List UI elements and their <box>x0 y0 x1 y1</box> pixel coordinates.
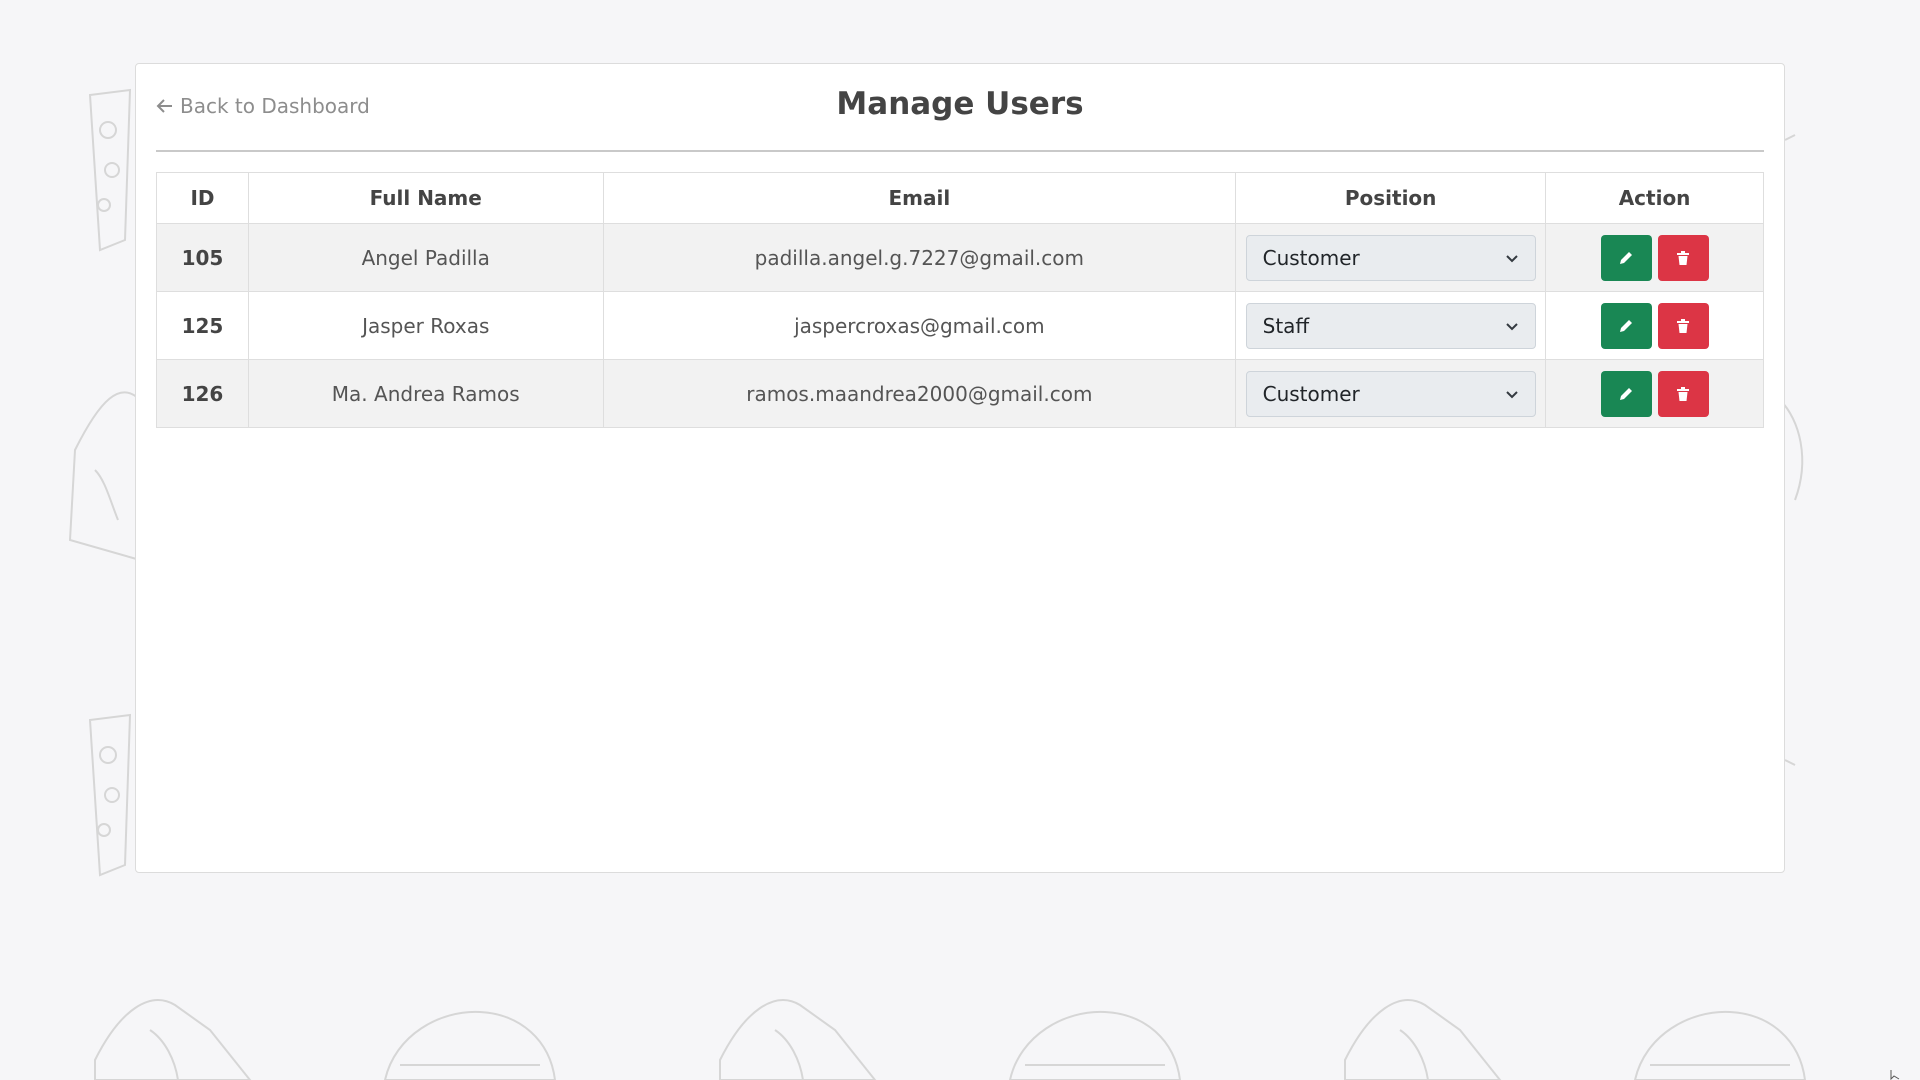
delete-user-button[interactable] <box>1657 234 1709 281</box>
position-select[interactable]: Customer <box>1245 234 1536 281</box>
user-name-cell: Jasper Roxas <box>247 291 604 360</box>
column-header-action: Action <box>1545 172 1764 224</box>
column-header-full-name: Full Name <box>247 172 604 224</box>
table-row: 105 Angel Padilla padilla.angel.g.7227@g… <box>156 223 1764 292</box>
user-name-cell: Ma. Andrea Ramos <box>247 359 604 428</box>
table-header-row: ID Full Name Email Position Action <box>156 172 1764 224</box>
delete-user-button[interactable] <box>1657 370 1709 417</box>
page-title: Manage Users <box>836 86 1084 122</box>
user-id-cell: 105 <box>156 223 249 292</box>
user-action-cell <box>1545 223 1764 292</box>
chevron-down-icon <box>1505 390 1518 398</box>
pencil-icon <box>1620 251 1633 264</box>
position-select-value: Staff <box>1262 313 1310 338</box>
position-select[interactable]: Customer <box>1245 370 1536 417</box>
users-table: ID Full Name Email Position Action 105 A… <box>156 172 1764 428</box>
column-header-email: Email <box>602 172 1237 224</box>
pencil-icon <box>1620 387 1633 400</box>
user-position-cell: Customer <box>1235 359 1547 428</box>
user-email-cell: ramos.maandrea2000@gmail.com <box>602 359 1237 428</box>
user-email-cell: jaspercroxas@gmail.com <box>602 291 1237 360</box>
chevron-down-icon <box>1505 254 1518 262</box>
manage-users-card: Back to Dashboard Manage Users ID Full N… <box>135 63 1785 873</box>
trash-icon <box>1677 250 1690 265</box>
trash-icon <box>1677 318 1690 333</box>
pencil-icon <box>1620 319 1633 332</box>
user-name-cell: Angel Padilla <box>247 223 604 292</box>
user-position-cell: Customer <box>1235 223 1547 292</box>
card-header: Back to Dashboard Manage Users <box>156 64 1764 152</box>
user-id-cell: 126 <box>156 359 249 428</box>
edit-user-button[interactable] <box>1600 234 1652 281</box>
mouse-cursor-icon <box>1890 1070 1900 1080</box>
user-action-cell <box>1545 291 1764 360</box>
table-row: 125 Jasper Roxas jaspercroxas@gmail.com … <box>156 291 1764 360</box>
position-select-value: Customer <box>1262 381 1360 406</box>
user-action-cell <box>1545 359 1764 428</box>
chevron-down-icon <box>1505 322 1518 330</box>
position-select[interactable]: Staff <box>1245 302 1536 349</box>
column-header-id: ID <box>156 172 249 224</box>
trash-icon <box>1677 386 1690 401</box>
edit-user-button[interactable] <box>1600 302 1652 349</box>
user-id-cell: 125 <box>156 291 249 360</box>
position-select-value: Customer <box>1262 245 1360 270</box>
delete-user-button[interactable] <box>1657 302 1709 349</box>
edit-user-button[interactable] <box>1600 370 1652 417</box>
user-position-cell: Staff <box>1235 291 1547 360</box>
table-row: 126 Ma. Andrea Ramos ramos.maandrea2000@… <box>156 359 1764 428</box>
column-header-position: Position <box>1235 172 1547 224</box>
user-email-cell: padilla.angel.g.7227@gmail.com <box>602 223 1237 292</box>
